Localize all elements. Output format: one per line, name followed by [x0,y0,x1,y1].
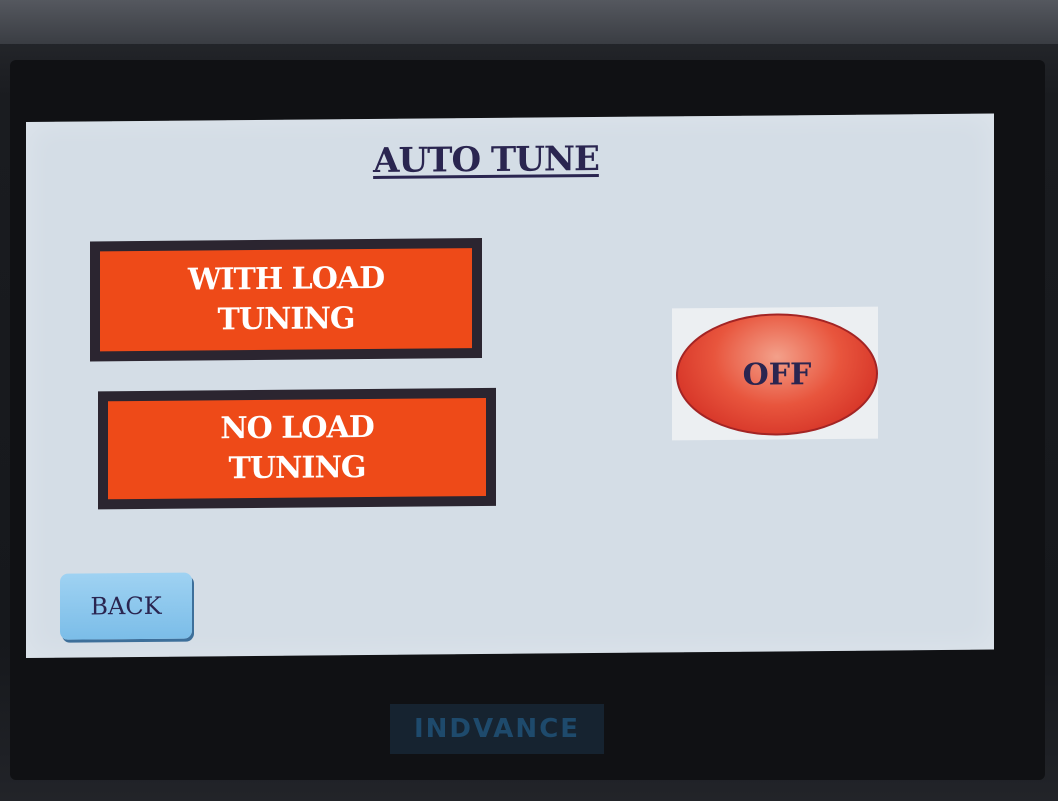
hmi-device: AUTO TUNE WITH LOAD TUNING NO LOAD TUNIN… [0,0,1058,801]
device-top-strip [0,0,1058,44]
with-load-tuning-button[interactable]: WITH LOAD TUNING [90,238,482,362]
no-load-tuning-label: NO LOAD TUNING [108,397,486,500]
brand-logo: INDVANCE [390,704,604,754]
hmi-screen: AUTO TUNE WITH LOAD TUNING NO LOAD TUNIN… [26,113,994,659]
off-toggle-button[interactable]: OFF [676,312,878,437]
with-load-tuning-label: WITH LOAD TUNING [100,248,472,352]
page-title: AUTO TUNE [373,139,599,181]
back-button[interactable]: BACK [60,572,192,640]
toggle-panel: OFF [672,306,878,441]
no-load-tuning-button[interactable]: NO LOAD TUNING [98,387,496,510]
